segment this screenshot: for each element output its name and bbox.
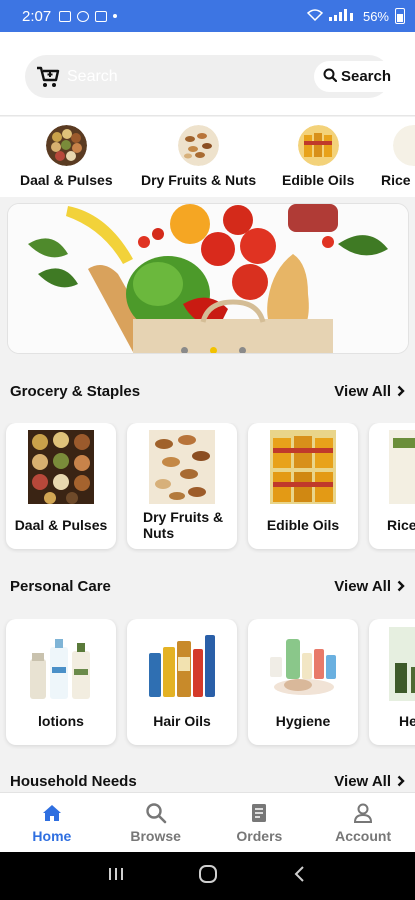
message-notification-icon [95, 10, 108, 22]
more-notifications-icon [113, 14, 118, 18]
nav-label: Account [335, 827, 392, 844]
section-header-personal-care: Personal Care View All [10, 575, 405, 597]
view-all-label: View All [334, 772, 391, 790]
section-title: Personal Care [10, 577, 111, 595]
product-card-health[interactable]: He [369, 619, 415, 745]
app-notification-icon [77, 10, 90, 22]
dry-fruits-thumb [178, 125, 220, 166]
chevron-right-icon [397, 775, 405, 787]
product-card-rice[interactable]: Rice & cauli [369, 423, 415, 549]
section-header-household: Household Needs View All [10, 770, 405, 792]
hygiene-image [268, 627, 338, 697]
view-all-label: View All [334, 382, 391, 400]
orders-icon [252, 803, 267, 822]
category-label: Daal & Pulses [20, 172, 113, 188]
card-label: Dry Fruits & Nuts [143, 509, 224, 541]
section-header-grocery: Grocery & Staples View All [10, 380, 405, 402]
search-bar: Search [25, 55, 400, 98]
card-label: Daal & Pulses [14, 517, 108, 533]
personal-care-cards-row: lotions Hair Oils Hygiene He [0, 619, 415, 749]
category-strip: Daal & Pulses Dry Fruits & Nuts Edible O… [0, 117, 415, 197]
category-label: Rice [381, 172, 411, 188]
account-icon [354, 803, 373, 823]
nav-label: Home [32, 827, 72, 844]
home-button-icon[interactable] [198, 864, 218, 889]
card-label: lotions [38, 713, 84, 729]
card-label: Rice & cauli [387, 517, 415, 533]
search-button-label: Search [340, 68, 392, 85]
category-dry-fruits[interactable]: Dry Fruits & Nuts [141, 125, 256, 188]
health-image [389, 627, 415, 701]
product-card-lotions[interactable]: lotions [6, 619, 116, 745]
nav-account[interactable]: Account [311, 793, 415, 852]
banner-dot[interactable] [181, 347, 188, 353]
view-all-label: View All [334, 577, 391, 595]
banner-dot-active[interactable] [210, 347, 217, 353]
search-input[interactable] [67, 63, 267, 90]
nav-label: Browse [130, 827, 181, 844]
category-label: Dry Fruits & Nuts [141, 172, 257, 188]
lotions-image [26, 631, 96, 701]
card-label: Hygiene [275, 713, 331, 729]
category-daal-pulses[interactable]: Daal & Pulses [20, 125, 113, 188]
rice-thumb [393, 125, 415, 166]
view-all-button[interactable]: View All [334, 773, 405, 790]
cart-icon[interactable] [35, 64, 61, 90]
rice-image [389, 430, 415, 504]
product-card-dry-fruits[interactable]: Dry Fruits & Nuts [127, 423, 237, 549]
edible-oils-image [270, 430, 340, 504]
card-label: He [399, 713, 415, 729]
signal-icon [328, 8, 357, 24]
wifi-icon [306, 8, 324, 24]
promo-banner[interactable] [7, 203, 409, 354]
card-label: Hair Oils [153, 713, 211, 729]
back-icon[interactable] [291, 865, 309, 888]
banner-dot[interactable] [239, 347, 246, 353]
product-card-hair-oils[interactable]: Hair Oils [127, 619, 237, 745]
section-title: Household Needs [10, 772, 137, 790]
product-card-edible-oils[interactable]: Edible Oils [248, 423, 358, 549]
daal-pulses-thumb [45, 125, 87, 166]
view-all-button[interactable]: View All [334, 383, 405, 400]
battery-percent: 56% [362, 8, 389, 24]
chevron-right-icon [397, 580, 405, 592]
bottom-nav: Home Browse Orders Account [0, 792, 415, 852]
search-icon [145, 802, 166, 823]
groceries-banner-image [8, 204, 408, 353]
status-time: 2:07 [22, 7, 52, 25]
search-header: Search [0, 32, 415, 116]
card-label: Edible Oils [266, 517, 340, 533]
dry-fruits-image [149, 430, 219, 504]
search-button[interactable]: Search [314, 61, 400, 92]
product-card-daal-pulses[interactable]: Daal & Pulses [6, 423, 116, 549]
view-all-button[interactable]: View All [334, 578, 405, 595]
banner-pagination [181, 347, 246, 353]
nav-orders[interactable]: Orders [208, 793, 312, 852]
chevron-right-icon [397, 385, 405, 397]
recent-apps-icon[interactable] [107, 865, 125, 888]
system-nav-bar [0, 852, 415, 900]
category-rice[interactable]: Rice [381, 125, 415, 188]
nav-home[interactable]: Home [0, 793, 104, 852]
gallery-notification-icon [59, 10, 72, 22]
nav-label: Orders [236, 827, 283, 844]
grocery-cards-row: Daal & Pulses Dry Fruits & Nuts Edible O… [0, 423, 415, 553]
daal-pulses-image [28, 430, 98, 504]
section-title: Grocery & Staples [10, 382, 141, 400]
category-label: Edible Oils [282, 172, 355, 188]
edible-oils-thumb [297, 125, 339, 166]
nav-browse[interactable]: Browse [104, 793, 208, 852]
category-edible-oils[interactable]: Edible Oils [282, 125, 354, 188]
home-icon [42, 804, 61, 821]
product-card-hygiene[interactable]: Hygiene [248, 619, 358, 745]
search-icon [323, 68, 338, 86]
hair-oils-image [147, 627, 217, 697]
status-bar: 2:07 56% [0, 0, 415, 32]
battery-icon [395, 8, 405, 24]
